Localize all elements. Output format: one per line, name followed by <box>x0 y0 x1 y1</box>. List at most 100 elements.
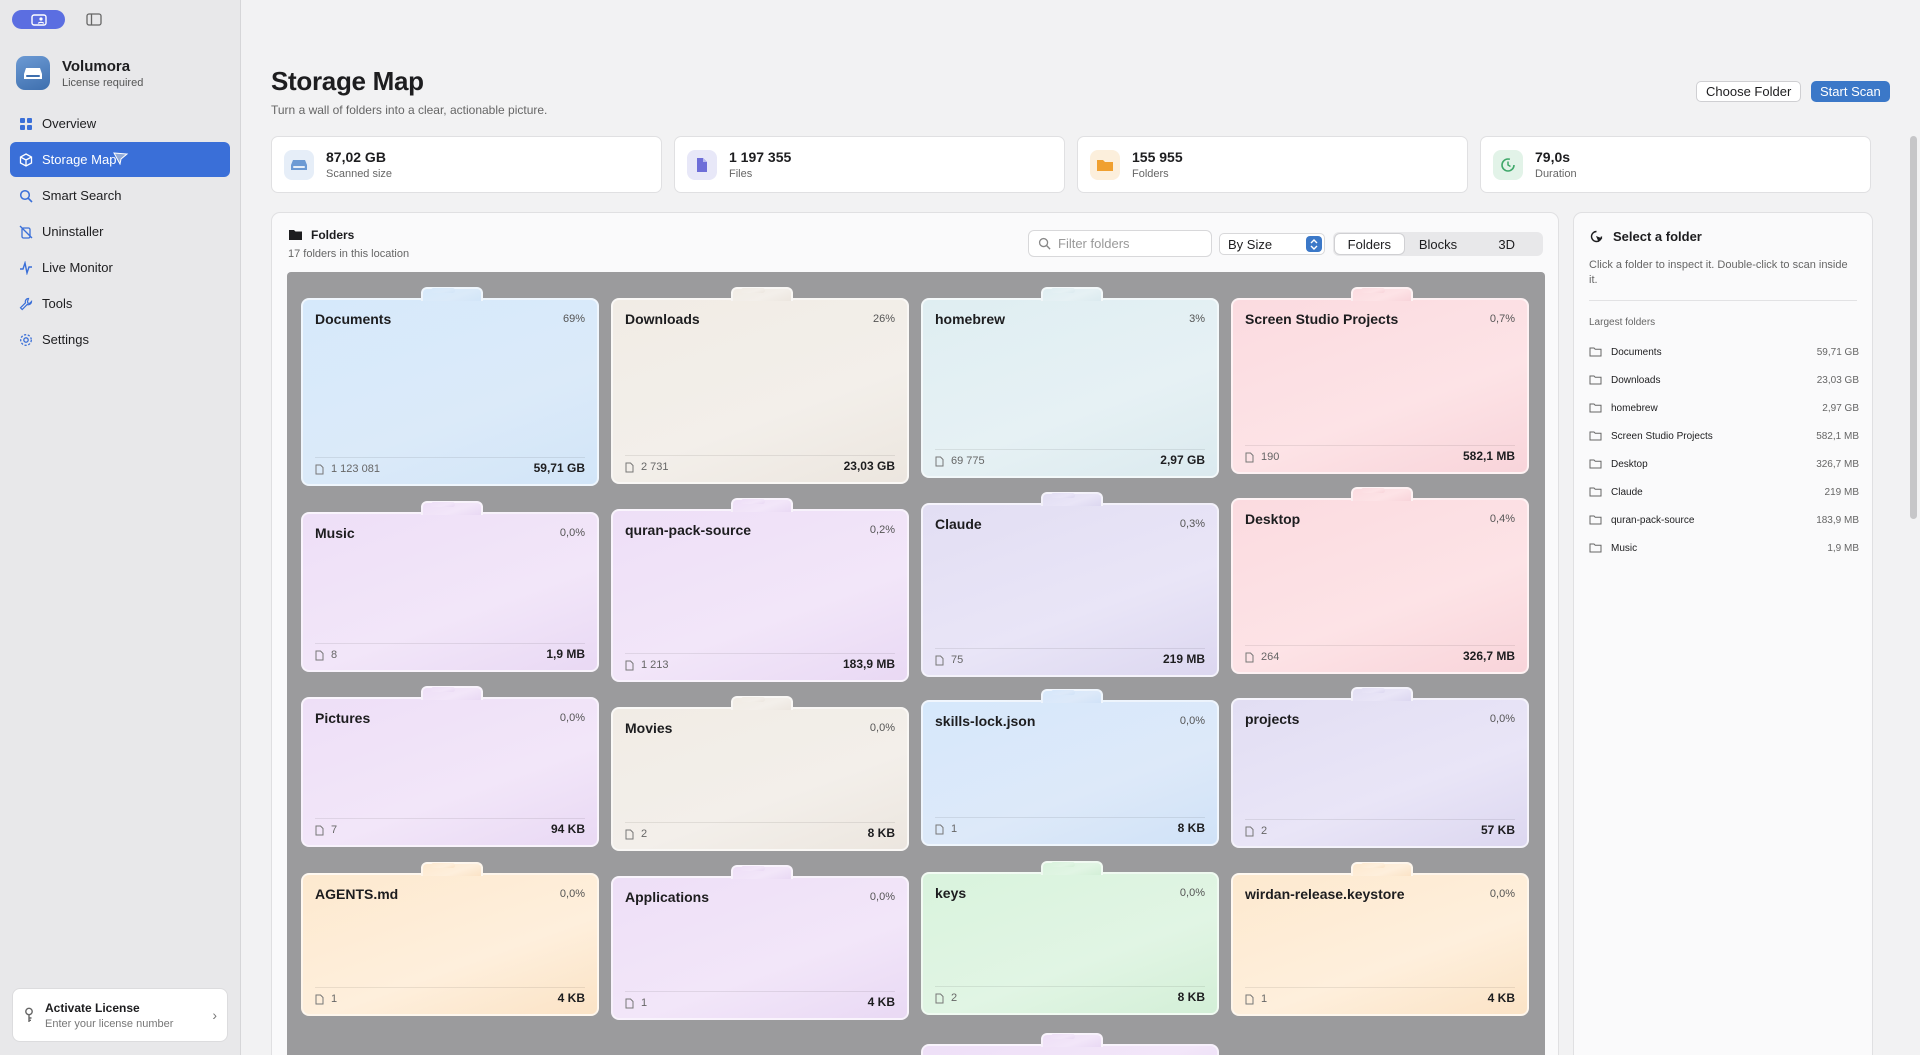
list-item-name: Desktop <box>1611 458 1648 470</box>
document-icon <box>935 824 944 834</box>
folder-card[interactable]: Movies 0,0% 2 8 KB <box>611 696 909 851</box>
folder-percent: 0,4% <box>1489 513 1515 525</box>
folder-card[interactable]: quran-pack-source 0,2% 1 213 183,9 MB <box>611 498 909 682</box>
folder-card[interactable] <box>921 1033 1219 1055</box>
folder-icon <box>1589 403 1602 413</box>
stat-value: 155 955 <box>1132 149 1183 165</box>
sidebar-item-label: Overview <box>42 116 97 131</box>
filter-folders-input[interactable] <box>1058 236 1198 251</box>
list-item[interactable]: Claude 219 MB <box>1589 478 1859 506</box>
view-mode-blocks[interactable]: Blocks <box>1404 234 1473 254</box>
folder-size: 4 KB <box>867 995 895 1009</box>
folder-card[interactable]: Screen Studio Projects 0,7% 190 582,1 MB <box>1231 287 1529 474</box>
list-item-size: 1,9 MB <box>1827 542 1859 554</box>
folder-name: skills-lock.json <box>935 713 1036 729</box>
sidebar-item-overview[interactable]: Overview <box>10 106 230 141</box>
page-title: Storage Map <box>271 66 424 96</box>
folder-name: wirdan-release.keystore <box>1245 886 1405 902</box>
document-icon <box>315 825 324 835</box>
list-item[interactable]: Documents 59,71 GB <box>1589 338 1859 366</box>
grid-icon <box>20 117 32 130</box>
folder-card[interactable]: Desktop 0,4% 264 326,7 MB <box>1231 487 1529 674</box>
folder-file-count: 8 <box>315 649 337 661</box>
list-item-size: 582,1 MB <box>1816 430 1859 442</box>
folder-count-value: 2 <box>641 828 648 840</box>
view-mode-folders[interactable]: Folders <box>1335 234 1404 254</box>
folder-card[interactable]: keys 0,0% 2 8 KB <box>921 861 1219 1015</box>
folder-card[interactable]: Applications 0,0% 1 4 KB <box>611 865 909 1020</box>
folder-tab <box>1041 492 1103 506</box>
stat-value: 1 197 355 <box>729 149 792 165</box>
sidebar-item-settings[interactable]: Settings <box>10 322 230 357</box>
folder-file-count: 1 <box>1245 993 1267 1005</box>
folder-size: 4 KB <box>1487 991 1515 1005</box>
folder-file-count: 69 775 <box>935 455 985 467</box>
list-item[interactable]: Desktop 326,7 MB <box>1589 450 1859 478</box>
list-item-name: Documents <box>1611 346 1662 358</box>
list-item[interactable]: Downloads 23,03 GB <box>1589 366 1859 394</box>
folder-divider <box>315 818 585 819</box>
folder-divider <box>625 455 895 456</box>
document-icon <box>935 993 944 1003</box>
folder-percent: 0,0% <box>559 888 585 900</box>
folder-divider <box>625 653 895 654</box>
folder-card[interactable]: Downloads 26% 2 731 23,03 GB <box>611 287 909 484</box>
list-item[interactable]: Music 1,9 MB <box>1589 534 1859 562</box>
folder-name: Applications <box>625 889 710 905</box>
license-status: License required <box>62 76 144 89</box>
sidebar-item-label: Smart Search <box>42 188 122 203</box>
folder-icon <box>1589 347 1602 357</box>
list-item[interactable]: Screen Studio Projects 582,1 MB <box>1589 422 1859 450</box>
folder-card[interactable]: Documents 69% 1 123 081 59,71 GB <box>301 287 599 486</box>
sidebar-item-tools[interactable]: Tools <box>10 286 230 321</box>
document-icon <box>625 998 634 1008</box>
sidebar-item-label: Settings <box>42 332 89 347</box>
chevron-right-icon: › <box>212 1007 217 1023</box>
folder-tab <box>731 865 793 879</box>
sidebar-item-smart-search[interactable]: Smart Search <box>10 178 230 213</box>
folder-file-count: 7 <box>315 824 337 836</box>
folder-tab <box>1041 1033 1103 1047</box>
folder-card[interactable]: projects 0,0% 2 57 KB <box>1231 687 1529 848</box>
folder-card[interactable]: Claude 0,3% 75 219 MB <box>921 492 1219 677</box>
activate-license-card[interactable]: Activate License Enter your license numb… <box>12 988 228 1042</box>
list-item-size: 59,71 GB <box>1816 346 1859 358</box>
folder-card[interactable]: wirdan-release.keystore 0,0% 1 4 KB <box>1231 862 1529 1016</box>
gear-icon <box>20 333 32 346</box>
key-icon <box>25 1007 33 1022</box>
folder-card[interactable]: Music 0,0% 8 1,9 MB <box>301 501 599 672</box>
document-icon <box>625 660 634 670</box>
folder-name: Downloads <box>625 311 700 327</box>
scrollbar-thumb[interactable] <box>1910 136 1917 519</box>
folder-percent: 0,0% <box>559 712 585 724</box>
sidebar-item-label: Live Monitor <box>42 260 113 275</box>
app-mode-toggle[interactable] <box>12 10 65 29</box>
list-item-size: 219 MB <box>1824 486 1859 498</box>
folder-card[interactable]: homebrew 3% 69 775 2,97 GB <box>921 287 1219 478</box>
folder-card[interactable]: skills-lock.json 0,0% 1 8 KB <box>921 689 1219 846</box>
list-item-name: homebrew <box>1611 402 1658 414</box>
folder-card[interactable]: Pictures 0,0% 7 94 KB <box>301 686 599 847</box>
folder-count-value: 2 731 <box>641 461 669 473</box>
filter-folders-field[interactable] <box>1028 230 1212 257</box>
folder-card[interactable]: AGENTS.md 0,0% 1 4 KB <box>301 862 599 1016</box>
folder-percent: 0,0% <box>869 722 895 734</box>
sidebar-item-uninstaller[interactable]: Uninstaller <box>10 214 230 249</box>
choose-folder-button[interactable]: Choose Folder <box>1696 81 1802 102</box>
sort-select[interactable]: By Size <box>1219 233 1325 255</box>
list-item[interactable]: quran-pack-source 183,9 MB <box>1589 506 1859 534</box>
folder-size: 1,9 MB <box>546 647 585 661</box>
folder-count-value: 69 775 <box>951 455 985 467</box>
sidebar-item-storage-map[interactable]: Storage Map <box>10 142 230 177</box>
sidebar-item-live-monitor[interactable]: Live Monitor <box>10 250 230 285</box>
sidebar-item-label: Storage Map <box>42 152 117 167</box>
folder-count-value: 1 213 <box>641 659 669 671</box>
sidebar-toggle-button[interactable] <box>83 10 105 29</box>
start-scan-button[interactable]: Start Scan <box>1811 81 1890 102</box>
sidebar-icon <box>86 13 102 26</box>
folder-file-count: 190 <box>1245 451 1279 463</box>
folder-divider <box>935 986 1205 987</box>
view-mode-3d[interactable]: 3D <box>1472 234 1541 254</box>
list-item[interactable]: homebrew 2,97 GB <box>1589 394 1859 422</box>
folder-divider <box>1245 445 1515 446</box>
